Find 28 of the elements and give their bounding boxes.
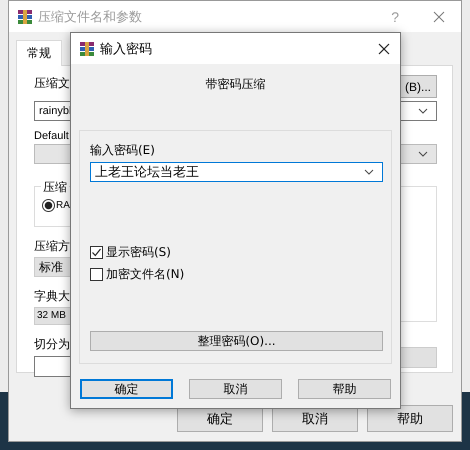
checkbox[interactable] xyxy=(90,268,103,281)
dialog-button[interactable]: 帮助 xyxy=(367,405,453,432)
checkbox-label: 显示密码(S) xyxy=(106,244,171,261)
dialog-button[interactable]: 帮助 xyxy=(298,379,391,399)
field-label: Default xyxy=(34,130,69,142)
window-title: 输入密码 xyxy=(100,40,153,58)
checkbox-label: 加密文件名(N) xyxy=(106,266,184,283)
organize-passwords-button[interactable]: 整理密码(O)... xyxy=(90,331,383,351)
close-icon[interactable] xyxy=(378,42,390,54)
radio-label: RA xyxy=(56,200,70,211)
chevron-icon xyxy=(364,169,374,175)
dialog-button[interactable]: 取消 xyxy=(189,379,282,399)
dialog-heading: 带密码压缩 xyxy=(204,76,266,93)
field-label: 切分为 xyxy=(34,336,70,353)
field-label: 输入密码(E) xyxy=(90,142,155,159)
chevron-icon xyxy=(418,151,428,157)
checkbox[interactable] xyxy=(90,246,103,259)
dialog-button[interactable]: 确定 xyxy=(80,379,173,399)
tab[interactable]: 常规 xyxy=(16,40,62,66)
password-field[interactable]: 上老王论坛当老王 xyxy=(90,162,383,182)
field-label: 压缩文 xyxy=(34,75,70,92)
books-icon xyxy=(79,40,95,56)
field-label: 字典大 xyxy=(34,288,70,305)
chevron-icon xyxy=(418,108,428,114)
radio-button[interactable] xyxy=(42,199,55,212)
books-icon xyxy=(17,8,33,24)
field-label: 压缩方 xyxy=(34,238,70,255)
window-title: 压缩文件名和参数 xyxy=(38,8,143,26)
